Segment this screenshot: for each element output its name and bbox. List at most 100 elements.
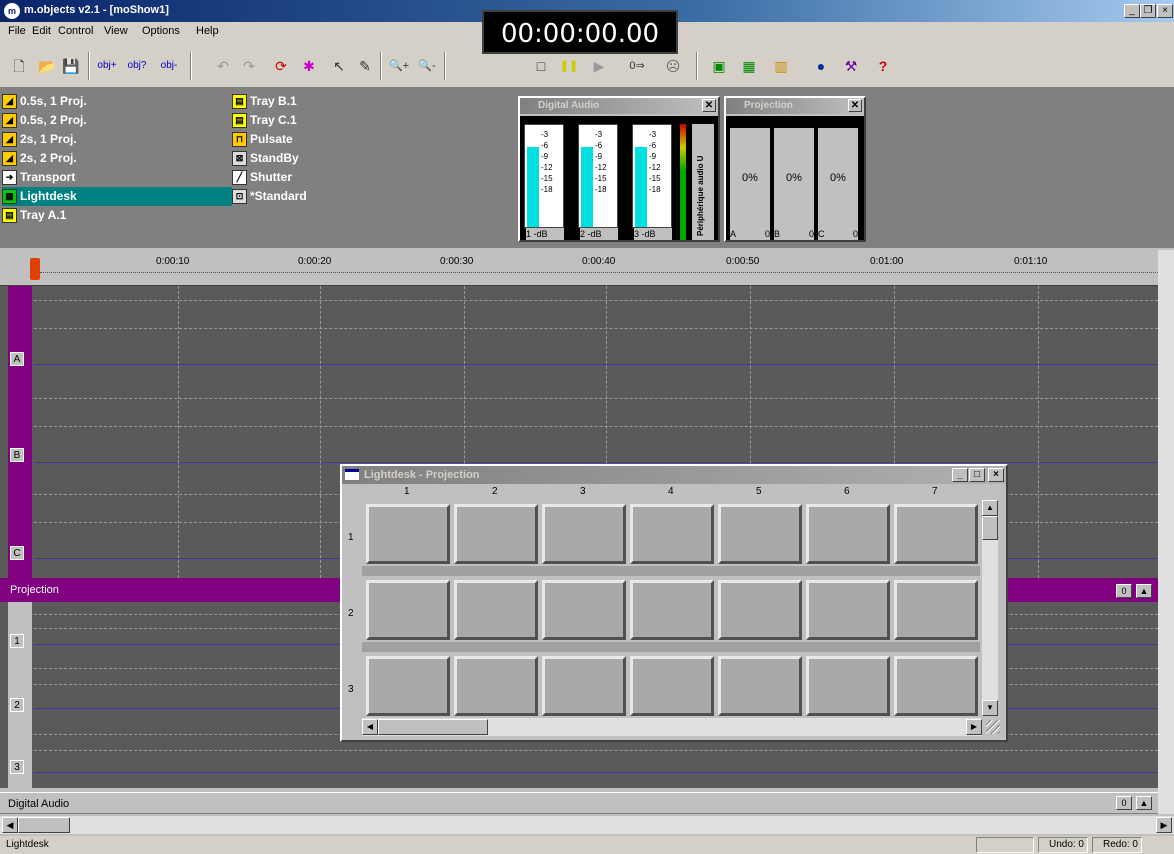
menu-options[interactable]: Options: [142, 25, 180, 37]
minimize-button[interactable]: _: [1124, 4, 1140, 18]
close-icon[interactable]: ✕: [702, 99, 716, 112]
redo-icon[interactable]: ↷: [238, 55, 260, 77]
comment-icon[interactable]: ☹: [662, 55, 684, 77]
audio-track-header[interactable]: Digital Audio: [0, 792, 1158, 814]
slot-cell[interactable]: [366, 580, 450, 640]
slot-cell[interactable]: [542, 504, 626, 564]
track-label-a[interactable]: A: [10, 352, 24, 366]
lightdesk-icon[interactable]: ▥: [770, 55, 792, 77]
tools-icon[interactable]: ⚒: [840, 55, 862, 77]
resize-grip-icon[interactable]: [986, 720, 1000, 734]
slot-cell[interactable]: [894, 504, 978, 564]
library-item[interactable]: ⊠ StandBy: [232, 149, 392, 168]
library-item[interactable]: ◢ 2s, 1 Proj.: [2, 130, 232, 149]
scroll-left-icon[interactable]: ◀: [362, 719, 378, 735]
horizontal-scrollbar[interactable]: ◀ ▶: [0, 816, 1174, 834]
obj-query-icon[interactable]: obj?: [126, 55, 148, 77]
library-item[interactable]: ⊡ *Standard: [232, 187, 392, 206]
minimize-button[interactable]: _: [952, 468, 968, 482]
track-label-c[interactable]: C: [10, 546, 24, 560]
slot-cell[interactable]: [366, 504, 450, 564]
close-icon[interactable]: ✕: [848, 99, 862, 112]
slot-cell[interactable]: [806, 504, 890, 564]
zoom-in-icon[interactable]: 🔍+: [388, 55, 410, 77]
library-item[interactable]: ➜ Transport: [2, 168, 232, 187]
app-icon[interactable]: m: [4, 3, 20, 19]
cycle-icon[interactable]: ⟳: [270, 55, 292, 77]
menu-view[interactable]: View: [104, 25, 128, 37]
close-button[interactable]: ×: [1157, 4, 1173, 18]
save-icon[interactable]: 💾: [60, 55, 82, 77]
library-item[interactable]: ▤ Tray B.1: [232, 92, 392, 111]
effects-icon[interactable]: ●: [810, 55, 832, 77]
maximize-button[interactable]: □: [969, 468, 985, 482]
new-icon[interactable]: 🗋: [8, 55, 30, 77]
scroll-thumb[interactable]: [982, 516, 998, 540]
slot-cell[interactable]: [894, 580, 978, 640]
open-icon[interactable]: 📂: [36, 55, 58, 77]
menu-control[interactable]: Control: [58, 25, 93, 37]
digital-audio-title[interactable]: Digital Audio ✕: [520, 98, 718, 114]
vertical-scrollbar[interactable]: [1158, 250, 1174, 814]
menu-help[interactable]: Help: [196, 25, 219, 37]
slot-cell[interactable]: [454, 580, 538, 640]
slot-cell[interactable]: [806, 580, 890, 640]
slot-cell[interactable]: [630, 656, 714, 716]
undo-icon[interactable]: ↶: [212, 55, 234, 77]
lightdesk-grid[interactable]: 1 2 3: [344, 500, 980, 716]
scroll-right-icon[interactable]: ▶: [966, 719, 982, 735]
slot-cell[interactable]: [718, 656, 802, 716]
lightdesk-hscroll[interactable]: ◀ ▶: [362, 718, 982, 736]
projection-title[interactable]: Projection ✕: [726, 98, 864, 114]
close-button[interactable]: ×: [988, 468, 1004, 482]
monitor-icon[interactable]: ▣: [708, 55, 730, 77]
lightdesk-title-bar[interactable]: Lightdesk - Projection _ □ ×: [342, 466, 1006, 484]
slot-cell[interactable]: [542, 580, 626, 640]
scroll-down-icon[interactable]: ▼: [982, 700, 998, 716]
goto-zero-icon[interactable]: 0⇒: [626, 55, 648, 77]
pause-icon[interactable]: ❚❚: [558, 55, 580, 77]
lock-button[interactable]: 0: [1116, 584, 1132, 598]
scroll-right-icon[interactable]: ▶: [1156, 817, 1172, 833]
library-item[interactable]: ▤ Tray C.1: [232, 111, 392, 130]
stop-icon[interactable]: □: [530, 55, 552, 77]
library-item[interactable]: ◢ 0.5s, 1 Proj.: [2, 92, 232, 111]
pen-icon[interactable]: ✎: [354, 55, 376, 77]
zoom-out-icon[interactable]: 🔍-: [416, 55, 438, 77]
menu-file[interactable]: File: [8, 25, 26, 37]
projection-row-2[interactable]: 2: [10, 698, 24, 712]
pointer-icon[interactable]: ↖: [328, 55, 350, 77]
slot-cell[interactable]: [366, 656, 450, 716]
slot-cell[interactable]: [806, 656, 890, 716]
slot-cell[interactable]: [718, 580, 802, 640]
slot-cell[interactable]: [630, 580, 714, 640]
slot-cell[interactable]: [718, 504, 802, 564]
lightdesk-vscroll[interactable]: ▲ ▼: [982, 500, 998, 716]
projection-row-1[interactable]: 1: [10, 634, 24, 648]
projector-icon[interactable]: ▦: [738, 55, 760, 77]
playhead-marker[interactable]: [30, 258, 40, 280]
lock-button[interactable]: 0: [1116, 796, 1132, 810]
slot-cell[interactable]: [454, 656, 538, 716]
help-icon[interactable]: ?: [872, 55, 894, 77]
library-item[interactable]: ╱ Shutter: [232, 168, 392, 187]
slot-cell[interactable]: [454, 504, 538, 564]
restore-button[interactable]: ❐: [1140, 4, 1156, 18]
obj-edit-icon[interactable]: obj-: [158, 55, 180, 77]
slot-cell[interactable]: [630, 504, 714, 564]
collapse-button[interactable]: ▲: [1136, 796, 1152, 810]
library-item[interactable]: ▤ Tray A.1: [2, 206, 232, 225]
slot-cell[interactable]: [894, 656, 978, 716]
obj-add-icon[interactable]: obj+: [96, 55, 118, 77]
library-item[interactable]: ◢ 2s, 2 Proj.: [2, 149, 232, 168]
play-icon[interactable]: ▶: [588, 55, 610, 77]
projection-row-3[interactable]: 3: [10, 760, 24, 774]
slot-cell[interactable]: [542, 656, 626, 716]
track-label-b[interactable]: B: [10, 448, 24, 462]
wheel-icon[interactable]: ✱: [298, 55, 320, 77]
scroll-thumb[interactable]: [378, 719, 488, 735]
library-item[interactable]: ⊓ Pulsate: [232, 130, 392, 149]
collapse-button[interactable]: ▲: [1136, 584, 1152, 598]
menu-edit[interactable]: Edit: [32, 25, 51, 37]
library-item-lightdesk[interactable]: ▦ Lightdesk: [2, 187, 232, 206]
